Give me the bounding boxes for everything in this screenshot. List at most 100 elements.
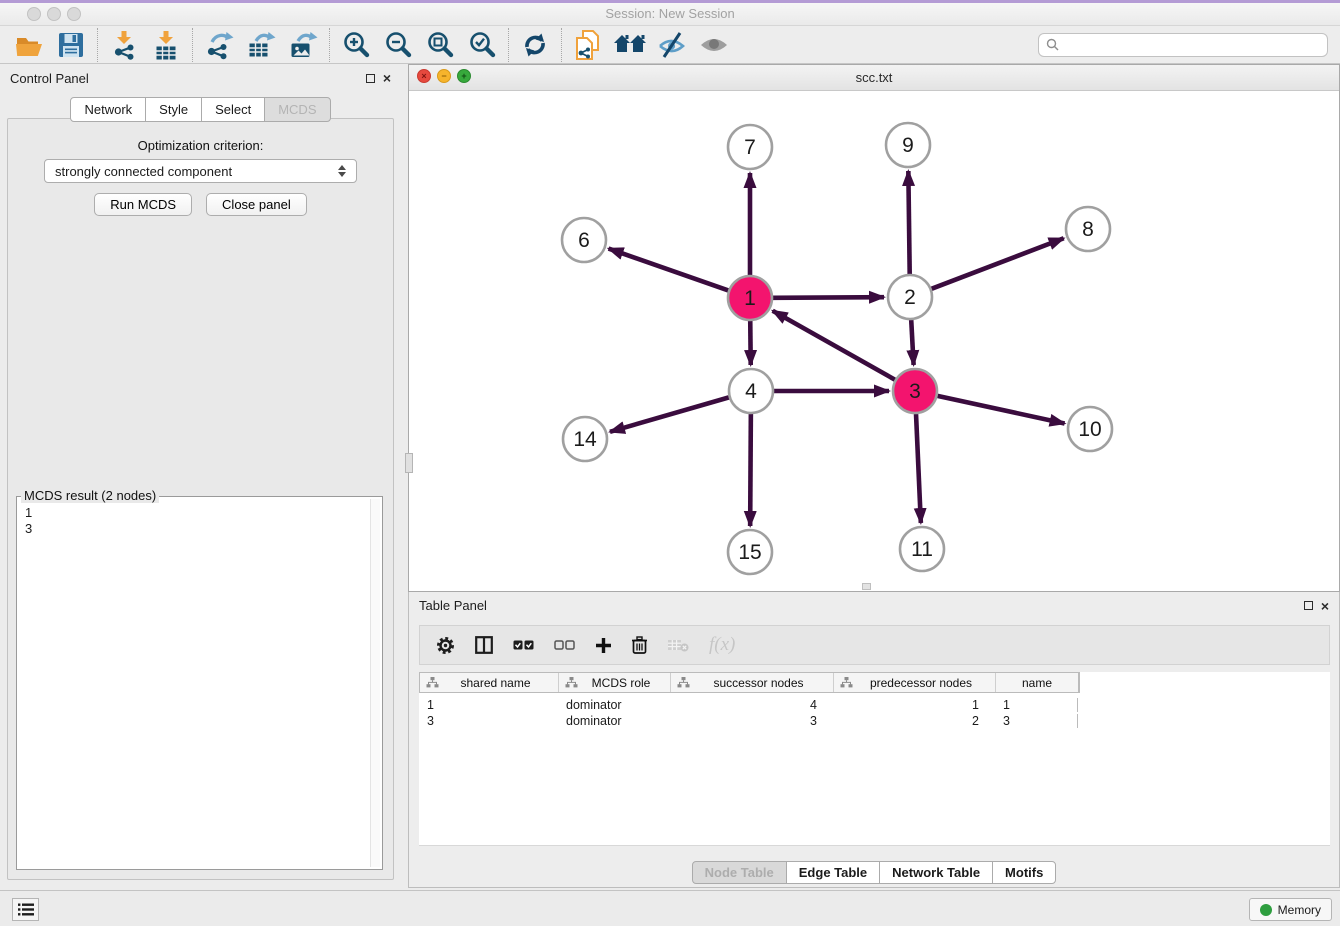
export-table-icon [246, 30, 276, 60]
cell-predecessor-nodes[interactable]: 1 [833, 698, 995, 712]
graph-node-label: 3 [909, 380, 921, 403]
tab-network[interactable]: Network [70, 97, 146, 122]
memory-label: Memory [1278, 903, 1321, 917]
float-panel-icon[interactable] [1304, 601, 1313, 610]
column-label: successor nodes [690, 676, 833, 690]
tab-network-table[interactable]: Network Table [879, 861, 993, 884]
tab-select[interactable]: Select [201, 97, 265, 122]
import-network-icon [109, 30, 139, 60]
column-header-successor-nodes[interactable]: successor nodes [671, 673, 834, 692]
new-network-from-selection-button[interactable] [567, 28, 609, 62]
zoom-in-icon [342, 31, 370, 59]
select-all-button[interactable] [513, 640, 534, 650]
cell-predecessor-nodes[interactable]: 2 [833, 714, 995, 728]
graph-node-label: 4 [745, 380, 757, 403]
cell-successor-nodes[interactable]: 3 [670, 714, 833, 728]
graph-edge-2-3[interactable] [911, 320, 913, 365]
cell-successor-nodes[interactable]: 4 [670, 698, 833, 712]
graph-node-label: 9 [902, 134, 914, 157]
graph-node-label: 14 [573, 428, 597, 451]
mcds-result-text: 1 3 [17, 501, 368, 867]
save-session-button[interactable] [50, 28, 92, 62]
deselect-all-button[interactable] [554, 640, 575, 650]
graph-edge-3-1[interactable] [773, 311, 895, 380]
hierarchy-icon [426, 677, 439, 688]
search-field[interactable] [1038, 33, 1328, 57]
float-panel-icon[interactable] [366, 74, 375, 83]
import-network-button[interactable] [103, 28, 145, 62]
optimization-criterion-label: Optimization criterion: [8, 138, 393, 153]
search-input[interactable] [1064, 38, 1320, 52]
splitter-handle[interactable] [862, 583, 871, 590]
table-tabs: Node Table Edge Table Network Table Moti… [409, 861, 1339, 884]
table-row[interactable]: 1dominator411 [419, 697, 1330, 713]
first-neighbors-button[interactable] [609, 28, 651, 62]
graph-edge-4-14[interactable] [610, 397, 729, 431]
window-title: Session: New Session [0, 6, 1340, 21]
graph-edge-3-10[interactable] [937, 396, 1064, 424]
delete-table-icon [667, 638, 689, 652]
graph-edge-3-11[interactable] [916, 414, 921, 523]
result-scrollbar[interactable] [370, 499, 380, 867]
column-header-mcds-role[interactable]: MCDS role [559, 673, 671, 692]
close-panel-icon[interactable]: × [383, 71, 391, 85]
export-table-button[interactable] [240, 28, 282, 62]
split-view-button[interactable] [475, 636, 493, 654]
show-graphics-details-button[interactable] [693, 28, 735, 62]
run-mcds-button[interactable]: Run MCDS [94, 193, 192, 216]
apply-layout-button[interactable] [514, 28, 556, 62]
graph-edge-4-15[interactable] [750, 414, 751, 526]
graph-svg[interactable]: 1234678910111415 [409, 91, 1339, 592]
cell-mcds-role[interactable]: dominator [558, 698, 670, 712]
add-row-button[interactable] [595, 637, 612, 654]
graph-edge-1-6[interactable] [609, 249, 729, 291]
export-network-button[interactable] [198, 28, 240, 62]
function-builder-button: f(x) [709, 634, 735, 656]
cell-shared-name[interactable]: 1 [419, 698, 558, 712]
memory-button[interactable]: Memory [1249, 898, 1332, 921]
graph-edge-2-8[interactable] [931, 238, 1063, 289]
delete-row-button[interactable] [632, 636, 647, 654]
column-header-shared-name[interactable]: shared name [420, 673, 559, 692]
cell-name[interactable]: 1 [995, 698, 1078, 712]
import-table-icon [151, 30, 181, 60]
new-network-from-selection-icon [573, 29, 603, 61]
status-bar: Memory [0, 890, 1340, 926]
hide-graphics-details-button[interactable] [651, 28, 693, 62]
column-label: MCDS role [578, 676, 670, 690]
tab-edge-table[interactable]: Edge Table [786, 861, 880, 884]
list-icon [18, 903, 34, 916]
zoom-out-button[interactable] [377, 28, 419, 62]
export-image-button[interactable] [282, 28, 324, 62]
graph-edge-1-2[interactable] [773, 297, 884, 298]
column-label: predecessor nodes [853, 676, 995, 690]
import-table-button[interactable] [145, 28, 187, 62]
graph-edge-2-9[interactable] [908, 171, 909, 274]
cell-mcds-role[interactable]: dominator [558, 714, 670, 728]
table-row[interactable]: 3dominator323 [419, 713, 1330, 729]
task-history-button[interactable] [12, 898, 39, 921]
tab-mcds[interactable]: MCDS [264, 97, 330, 122]
zoom-in-button[interactable] [335, 28, 377, 62]
criterion-select[interactable]: strongly connected component [44, 159, 357, 183]
network-canvas[interactable]: 1234678910111415 [409, 91, 1339, 591]
table-panel-title: Table Panel [419, 598, 487, 613]
tab-motifs[interactable]: Motifs [992, 861, 1056, 884]
column-header-name[interactable]: name [996, 673, 1079, 692]
cell-name[interactable]: 3 [995, 714, 1078, 728]
table-panel-header: Table Panel × [409, 592, 1339, 619]
tab-node-table[interactable]: Node Table [692, 861, 787, 884]
tab-style[interactable]: Style [145, 97, 202, 122]
toolbar-separator [192, 28, 193, 62]
close-panel-button[interactable]: Close panel [206, 193, 307, 216]
cell-shared-name[interactable]: 3 [419, 714, 558, 728]
open-session-button[interactable] [8, 28, 50, 62]
zoom-fit-button[interactable] [419, 28, 461, 62]
column-header-predecessor-nodes[interactable]: predecessor nodes [834, 673, 996, 692]
control-panel-title: Control Panel [10, 71, 89, 86]
table-header-row: shared name MCDS role successor nodes pr… [419, 672, 1080, 693]
splitter-handle[interactable] [405, 453, 413, 473]
close-panel-icon[interactable]: × [1321, 599, 1329, 613]
zoom-selected-button[interactable] [461, 28, 503, 62]
gear-button[interactable] [436, 636, 455, 655]
